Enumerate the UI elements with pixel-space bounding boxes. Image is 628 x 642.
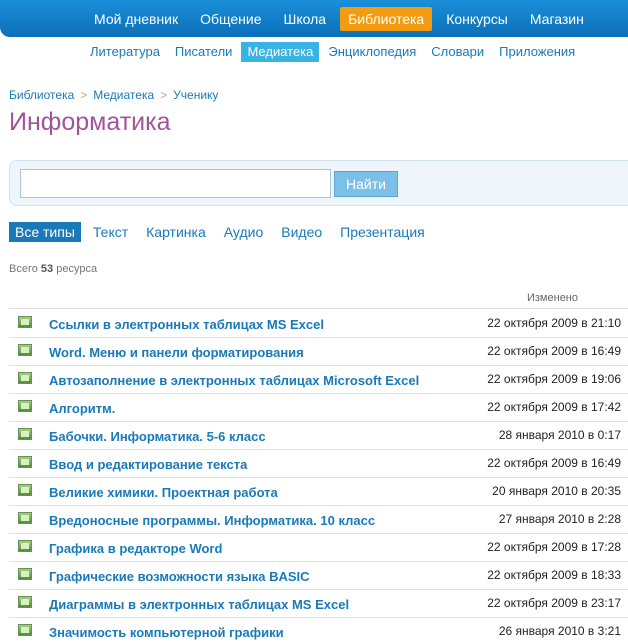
resource-date: 22 октября 2009 в 16:49 [487, 344, 621, 358]
subnav-mediateka[interactable]: Медиатека [241, 42, 320, 62]
top-nav-shop[interactable]: Магазин [522, 7, 592, 31]
column-header-modified[interactable]: Изменено [527, 292, 578, 304]
resource-title-link[interactable]: Значимость компьютерной графики [49, 625, 284, 640]
resource-date: 28 января 2010 в 0:17 [498, 428, 621, 442]
table-row: Ссылки в электронных таблицах MS Excel 2… [9, 310, 628, 338]
breadcrumb: Библиотека > Медиатека > Ученику [9, 88, 218, 102]
presentation-icon [18, 624, 32, 636]
presentation-icon [18, 568, 32, 580]
resource-date: 22 октября 2009 в 21:10 [487, 316, 621, 330]
table-row: Графические возможности языка BASIC 22 о… [9, 562, 628, 590]
table-row: Великие химики. Проектная работа 20 янва… [9, 478, 628, 506]
table-row: Алгоритм. 22 октября 2009 в 17:42 [9, 394, 628, 422]
resource-date: 22 октября 2009 в 17:28 [487, 540, 621, 554]
resource-title-link[interactable]: Графические возможности языка BASIC [49, 569, 310, 584]
top-nav: Мой дневник Общение Школа Библиотека Кон… [86, 7, 598, 31]
presentation-icon [18, 372, 32, 384]
type-filter-tabs: Все типы Текст Картинка Аудио Видео През… [9, 222, 437, 242]
breadcrumb-mediateka[interactable]: Медиатека [93, 88, 154, 102]
tab-audio[interactable]: Аудио [218, 222, 270, 242]
table-row: Ввод и редактирование текста 22 октября … [9, 450, 628, 478]
breadcrumb-separator: > [160, 88, 168, 102]
top-navigation-bar: Мой дневник Общение Школа Библиотека Кон… [0, 0, 628, 37]
resource-title-link[interactable]: Word. Меню и панели форматирования [49, 345, 304, 360]
presentation-icon [18, 596, 32, 608]
presentation-icon [18, 316, 32, 328]
presentation-icon [18, 400, 32, 412]
presentation-icon [18, 428, 32, 440]
top-nav-contests[interactable]: Конкурсы [438, 7, 516, 31]
top-nav-communication[interactable]: Общение [192, 7, 269, 31]
resource-date: 20 января 2010 в 20:35 [492, 484, 621, 498]
resource-date: 22 октября 2009 в 17:42 [487, 400, 621, 414]
count-prefix: Всего [9, 263, 38, 275]
top-nav-library[interactable]: Библиотека [340, 7, 433, 31]
resource-title-link[interactable]: Алгоритм. [49, 401, 115, 416]
resource-date: 26 января 2010 в 3:21 [498, 624, 621, 638]
subnav-encyclopedia[interactable]: Энциклопедия [322, 42, 422, 62]
resource-date: 27 января 2010 в 2:28 [498, 512, 621, 526]
page-title: Информатика [9, 108, 171, 136]
presentation-icon [18, 344, 32, 356]
resource-list: Ссылки в электронных таблицах MS Excel 2… [9, 310, 628, 642]
resource-title-link[interactable]: Бабочки. Информатика. 5-6 класс [49, 429, 266, 444]
resource-count: Всего 53 ресурса [9, 263, 97, 275]
tab-image[interactable]: Картинка [140, 222, 212, 242]
resource-title-link[interactable]: Автозаполнение в электронных таблицах Mi… [49, 373, 419, 388]
table-row: Значимость компьютерной графики 26 январ… [9, 618, 628, 642]
top-nav-diary[interactable]: Мой дневник [86, 7, 186, 31]
tab-all-types[interactable]: Все типы [9, 222, 81, 242]
tab-video[interactable]: Видео [275, 222, 328, 242]
count-suffix: ресурса [56, 263, 98, 275]
breadcrumb-separator: > [80, 88, 88, 102]
resource-title-link[interactable]: Ссылки в электронных таблицах MS Excel [49, 317, 324, 332]
resource-title-link[interactable]: Великие химики. Проектная работа [49, 485, 278, 500]
resource-title-link[interactable]: Вредоносные программы. Информатика. 10 к… [49, 513, 375, 528]
table-row: Диаграммы в электронных таблицах MS Exce… [9, 590, 628, 618]
breadcrumb-student[interactable]: Ученику [173, 88, 218, 102]
breadcrumb-library[interactable]: Библиотека [9, 88, 74, 102]
resource-date: 22 октября 2009 в 18:33 [487, 568, 621, 582]
table-row: Word. Меню и панели форматирования 22 ок… [9, 338, 628, 366]
tab-presentation[interactable]: Презентация [334, 222, 431, 242]
presentation-icon [18, 512, 32, 524]
search-button[interactable]: Найти [334, 171, 398, 197]
resource-title-link[interactable]: Ввод и редактирование текста [49, 457, 247, 472]
table-row: Графика в редакторе Word 22 октября 2009… [9, 534, 628, 562]
resource-title-link[interactable]: Графика в редакторе Word [49, 541, 222, 556]
search-panel: Найти [9, 160, 628, 206]
table-row: Автозаполнение в электронных таблицах Mi… [9, 366, 628, 394]
sub-navigation: Литература Писатели Медиатека Энциклопед… [84, 42, 584, 62]
table-row: Бабочки. Информатика. 5-6 класс 28 январ… [9, 422, 628, 450]
table-row: Вредоносные программы. Информатика. 10 к… [9, 506, 628, 534]
subnav-dictionaries[interactable]: Словари [425, 42, 490, 62]
count-value: 53 [40, 263, 54, 275]
presentation-icon [18, 484, 32, 496]
tab-text[interactable]: Текст [87, 222, 134, 242]
resource-date: 22 октября 2009 в 23:17 [487, 596, 621, 610]
presentation-icon [18, 456, 32, 468]
resource-title-link[interactable]: Диаграммы в электронных таблицах MS Exce… [49, 597, 349, 612]
top-nav-school[interactable]: Школа [276, 7, 335, 31]
table-header: Изменено [9, 289, 628, 309]
resource-date: 22 октября 2009 в 19:06 [487, 372, 621, 386]
resource-date: 22 октября 2009 в 16:49 [487, 456, 621, 470]
subnav-applications[interactable]: Приложения [493, 42, 581, 62]
subnav-literature[interactable]: Литература [84, 42, 166, 62]
subnav-writers[interactable]: Писатели [169, 42, 239, 62]
presentation-icon [18, 540, 32, 552]
search-input[interactable] [20, 169, 331, 198]
